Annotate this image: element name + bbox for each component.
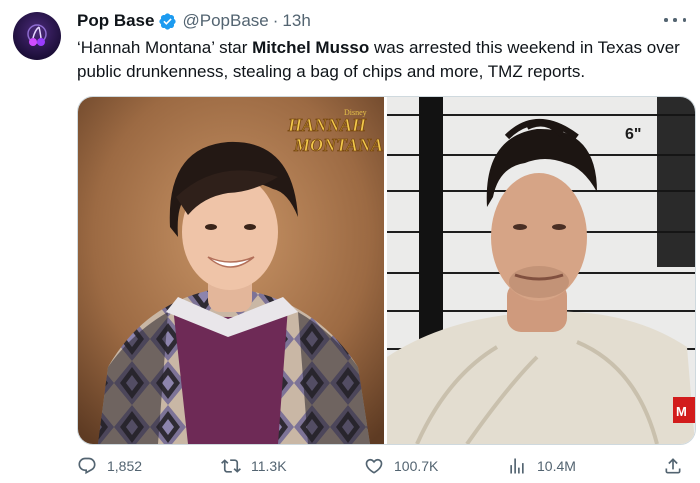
views-count: 10.4M bbox=[537, 458, 576, 474]
avatar[interactable] bbox=[13, 12, 61, 60]
verified-badge-icon[interactable] bbox=[158, 12, 177, 31]
tweet-text-mention: Mitchel Musso bbox=[252, 38, 370, 57]
tweet-text: ‘Hannah Montana’ star Mitchel Musso was … bbox=[77, 36, 687, 84]
author-handle[interactable]: @PopBase bbox=[182, 11, 268, 31]
reply-icon bbox=[78, 457, 96, 475]
share-icon bbox=[665, 458, 681, 474]
media-photo-right[interactable]: 6" M bbox=[387, 97, 695, 444]
tweet-media[interactable]: Disney HANNAH MONTANA 6" M bbox=[77, 96, 696, 445]
repost-icon bbox=[221, 459, 241, 473]
promo-photo: Disney HANNAH MONTANA bbox=[78, 97, 384, 444]
red-badge-text: M bbox=[676, 404, 687, 419]
like-icon bbox=[365, 458, 383, 474]
share-button[interactable] bbox=[663, 455, 683, 477]
action-bar: 1,852 11.3K 100.7K 10.4M bbox=[77, 455, 694, 477]
views-button[interactable]: 10.4M bbox=[507, 455, 576, 477]
logo-line1: HANNAH bbox=[287, 115, 367, 135]
media-photo-left[interactable]: Disney HANNAH MONTANA bbox=[78, 97, 384, 444]
pop-base-logo bbox=[27, 24, 47, 46]
repost-button[interactable]: 11.3K bbox=[221, 455, 287, 477]
tweet-text-part: ‘Hannah Montana’ star bbox=[77, 38, 253, 57]
like-count: 100.7K bbox=[394, 458, 439, 474]
separator-dot: · bbox=[272, 11, 279, 30]
reply-button[interactable]: 1,852 bbox=[77, 455, 142, 477]
like-button[interactable]: 100.7K bbox=[364, 455, 438, 477]
logo-line2: MONTANA bbox=[293, 135, 383, 155]
height-marker: 6" bbox=[625, 126, 641, 143]
tweet-header: Pop Base @PopBase · 13h bbox=[77, 10, 311, 32]
mugshot-photo: 6" M bbox=[387, 97, 695, 444]
views-icon bbox=[510, 458, 524, 474]
reply-count: 1,852 bbox=[107, 458, 143, 474]
more-icon[interactable] bbox=[664, 12, 686, 28]
author-name[interactable]: Pop Base bbox=[77, 11, 154, 31]
timestamp[interactable]: 13h bbox=[282, 11, 310, 31]
repost-count: 11.3K bbox=[251, 458, 287, 474]
